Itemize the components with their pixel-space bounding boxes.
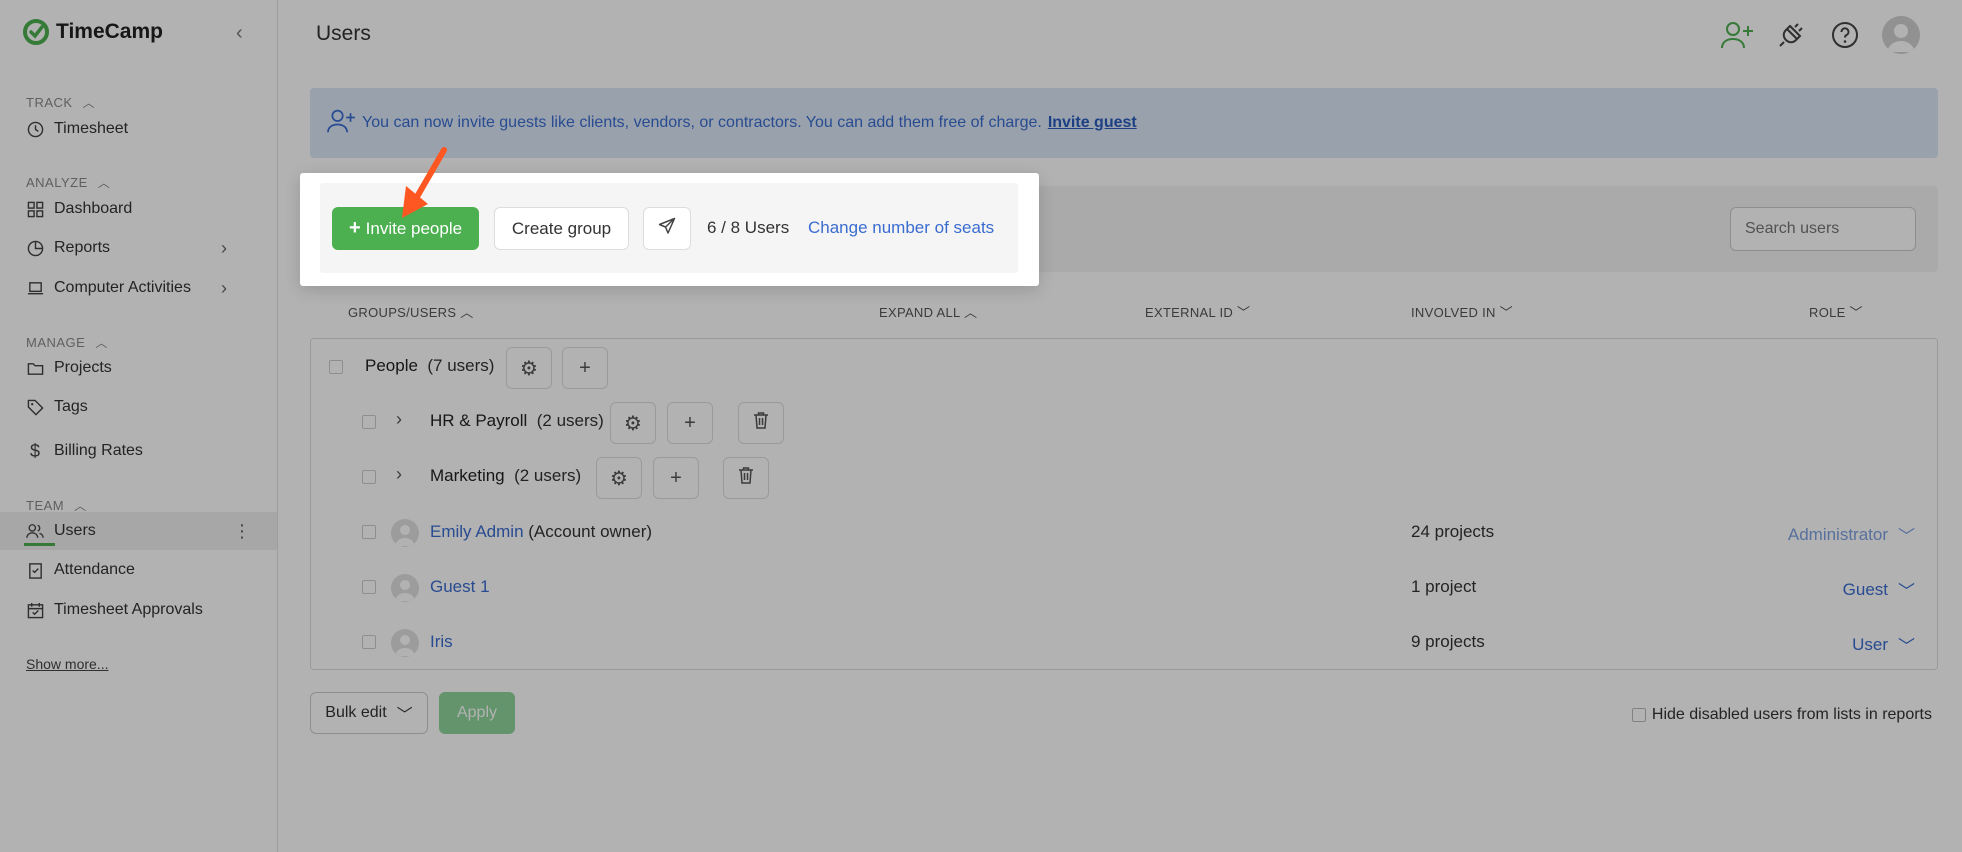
change-seats-link[interactable]: Change number of seats xyxy=(808,218,994,238)
pointer-arrow-icon xyxy=(402,147,447,218)
tutorial-overlay xyxy=(0,0,1962,852)
plus-icon: + xyxy=(348,217,361,239)
paper-plane-icon xyxy=(658,217,676,240)
seat-count: 6 / 8 Users xyxy=(707,218,790,237)
send-invite-button[interactable] xyxy=(643,207,691,250)
create-group-button[interactable]: Create group xyxy=(494,207,629,250)
